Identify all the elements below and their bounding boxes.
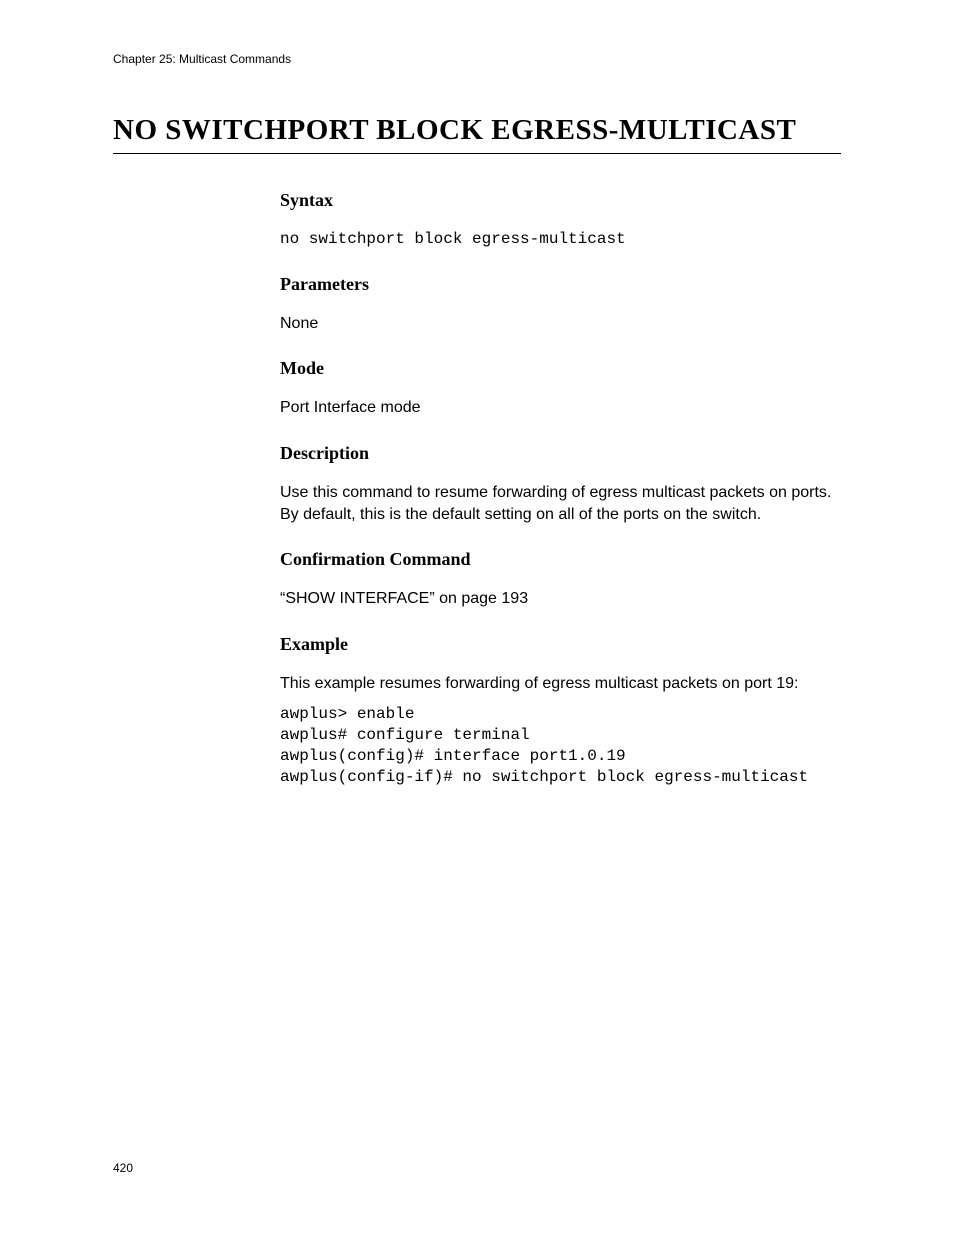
- description-text: Use this command to resume forwarding of…: [280, 482, 841, 525]
- content-body: Syntax no switchport block egress-multic…: [280, 190, 841, 788]
- syntax-code: no switchport block egress-multicast: [280, 229, 841, 250]
- confirmation-text: “SHOW INTERFACE” on page 193: [280, 588, 841, 610]
- parameters-heading: Parameters: [280, 274, 841, 295]
- chapter-header: Chapter 25: Multicast Commands: [113, 52, 841, 66]
- mode-heading: Mode: [280, 358, 841, 379]
- page-title: NO SWITCHPORT BLOCK EGRESS-MULTICAST: [113, 114, 841, 154]
- example-heading: Example: [280, 634, 841, 655]
- example-intro: This example resumes forwarding of egres…: [280, 673, 841, 695]
- mode-text: Port Interface mode: [280, 397, 841, 419]
- confirmation-heading: Confirmation Command: [280, 549, 841, 570]
- page-number: 420: [113, 1161, 133, 1175]
- page-container: Chapter 25: Multicast Commands NO SWITCH…: [0, 0, 954, 1235]
- parameters-text: None: [280, 313, 841, 335]
- syntax-heading: Syntax: [280, 190, 841, 211]
- description-heading: Description: [280, 443, 841, 464]
- example-code: awplus> enable awplus# configure termina…: [280, 704, 841, 787]
